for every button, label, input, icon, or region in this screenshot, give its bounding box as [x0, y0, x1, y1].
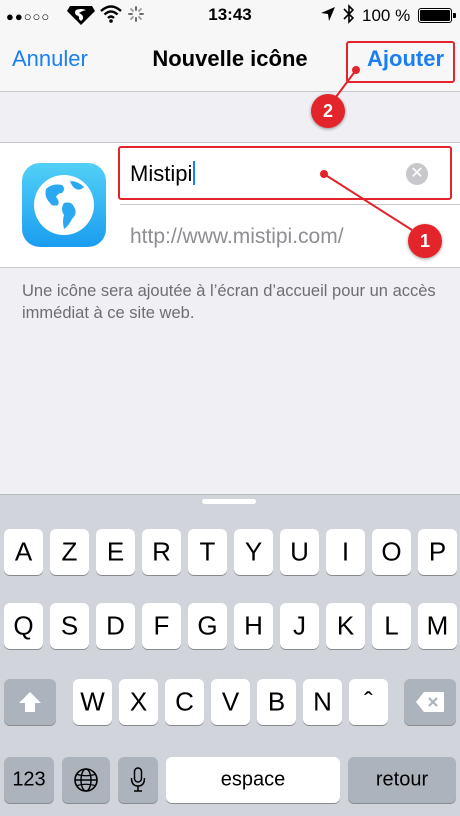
key-o[interactable]: O [372, 529, 411, 575]
key-r[interactable]: R [142, 529, 181, 575]
key-e[interactable]: E [96, 529, 135, 575]
key-t[interactable]: T [188, 529, 227, 575]
key-g[interactable]: G [188, 603, 227, 649]
key-f[interactable]: F [142, 603, 181, 649]
numbers-key[interactable]: 123 [4, 757, 54, 803]
key-k[interactable]: K [326, 603, 365, 649]
globe-key[interactable] [62, 757, 110, 803]
key-l[interactable]: L [372, 603, 411, 649]
key-v[interactable]: V [211, 679, 250, 725]
backspace-icon [416, 692, 444, 712]
keyboard-handle [202, 499, 256, 504]
key-x[interactable]: X [119, 679, 158, 725]
key-m[interactable]: M [418, 603, 457, 649]
key-d[interactable]: D [96, 603, 135, 649]
key-q[interactable]: Q [4, 603, 43, 649]
annotation-marker-1: 1 [408, 224, 442, 258]
key-c[interactable]: C [165, 679, 204, 725]
shift-arrow-icon [19, 692, 41, 712]
key-y[interactable]: Y [234, 529, 273, 575]
key-a[interactable]: A [4, 529, 43, 575]
dictation-key[interactable] [118, 757, 158, 803]
key-n[interactable]: N [303, 679, 342, 725]
key-circumflex[interactable]: ˆ [349, 679, 388, 725]
key-b[interactable]: B [257, 679, 296, 725]
return-key[interactable]: retour [348, 757, 456, 803]
key-h[interactable]: H [234, 603, 273, 649]
key-j[interactable]: J [280, 603, 319, 649]
key-w[interactable]: W [73, 679, 112, 725]
key-z[interactable]: Z [50, 529, 89, 575]
key-i[interactable]: I [326, 529, 365, 575]
key-p[interactable]: P [418, 529, 457, 575]
globe-icon [74, 768, 98, 792]
microphone-icon [130, 767, 146, 792]
key-u[interactable]: U [280, 529, 319, 575]
space-key[interactable]: espace [166, 757, 340, 803]
keyboard: A Z E R T Y U I O P Q S D F G H J K L M … [0, 494, 460, 816]
annotation-marker-2: 2 [311, 94, 345, 128]
key-s[interactable]: S [50, 603, 89, 649]
shift-key[interactable] [4, 679, 56, 725]
delete-key[interactable] [404, 679, 456, 725]
